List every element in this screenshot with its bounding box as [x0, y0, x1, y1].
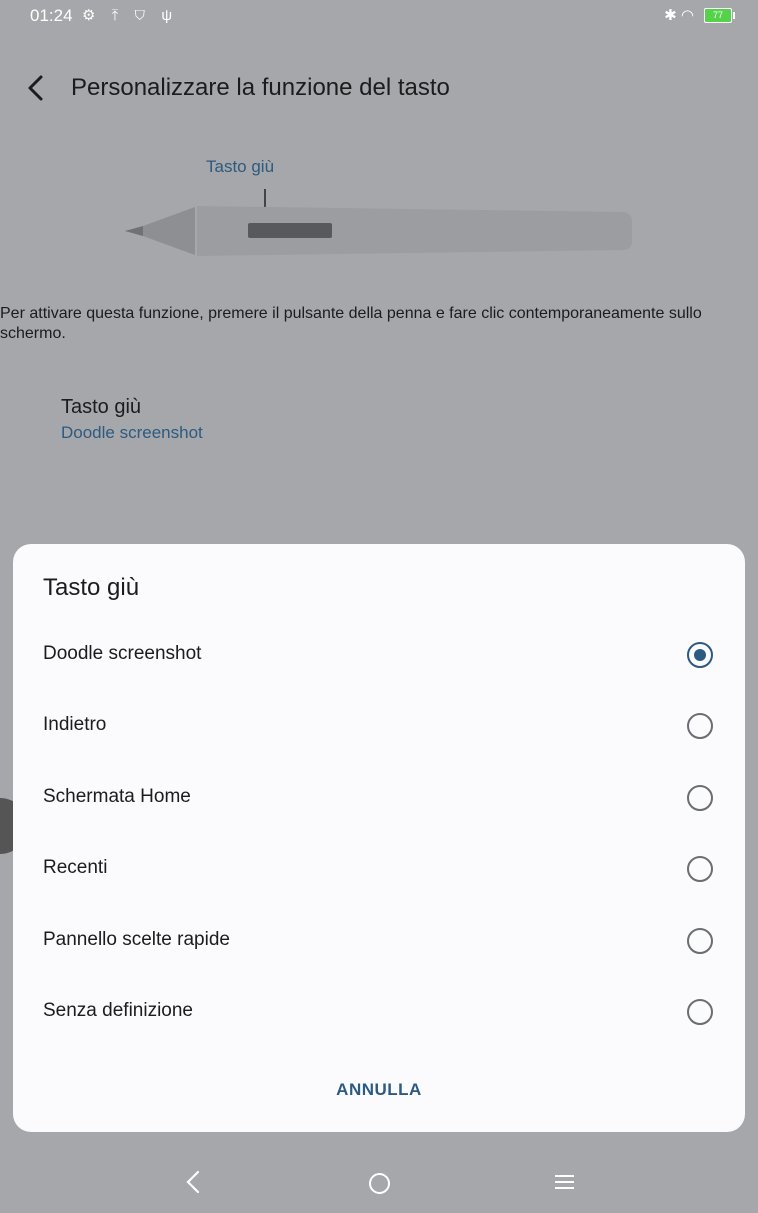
setting-value: Doodle screenshot — [61, 423, 203, 442]
setting-item-down-button[interactable]: Tasto giù Doodle screenshot — [61, 396, 203, 443]
cancel-button[interactable]: ANNULLA — [13, 1080, 745, 1100]
option-label: Pannello scelte rapide — [43, 929, 230, 950]
nav-back-icon[interactable] — [184, 1170, 204, 1194]
nav-recents-icon[interactable] — [555, 1175, 574, 1193]
bluetooth-wifi-icons: ✱ ◠ — [664, 7, 694, 24]
instructions-text: Per attivare questa funzione, premere il… — [0, 305, 702, 342]
radio-unchecked-icon[interactable] — [687, 928, 713, 954]
option-schermata-home[interactable]: Schermata Home — [13, 762, 745, 833]
radio-checked-icon[interactable] — [687, 642, 713, 668]
navigation-bar — [0, 1150, 758, 1213]
status-time: 01:24 — [30, 6, 73, 25]
option-label: Doodle screenshot — [43, 643, 202, 664]
nav-home-icon[interactable] — [369, 1173, 390, 1194]
option-label: Schermata Home — [43, 786, 191, 807]
option-indietro[interactable]: Indietro — [13, 690, 745, 761]
option-pannello-scelte-rapide[interactable]: Pannello scelte rapide — [13, 905, 745, 976]
option-senza-definizione[interactable]: Senza definizione — [13, 976, 745, 1047]
stylus-illustration — [125, 206, 632, 256]
page-title: Personalizzare la funzione del tasto — [71, 74, 450, 101]
radio-unchecked-icon[interactable] — [687, 999, 713, 1025]
status-bar: 01:24 ⚙ ⤒ ⛉ ψ ✱ ◠ 77 — [0, 0, 758, 34]
setting-title: Tasto giù — [61, 396, 142, 418]
option-label: Recenti — [43, 857, 108, 878]
app-header: Personalizzare la funzione del tasto — [0, 62, 758, 114]
radio-unchecked-icon[interactable] — [687, 785, 713, 811]
radio-unchecked-icon[interactable] — [687, 856, 713, 882]
radio-unchecked-icon[interactable] — [687, 713, 713, 739]
pen-button-label: Tasto giù — [206, 157, 275, 176]
status-notification-icons: ⚙ ⤒ ⛉ ψ — [82, 7, 179, 24]
selection-dialog: Tasto giù Doodle screenshot Indietro Sch… — [13, 544, 745, 1132]
option-recenti[interactable]: Recenti — [13, 833, 745, 904]
dialog-title: Tasto giù — [43, 574, 140, 601]
option-label: Senza definizione — [43, 1000, 193, 1021]
option-label: Indietro — [43, 714, 107, 735]
option-doodle-screenshot[interactable]: Doodle screenshot — [13, 619, 745, 690]
back-arrow-icon[interactable] — [22, 70, 52, 106]
battery-icon: 77 — [704, 7, 735, 23]
status-system-icons: ✱ ◠ 77 — [664, 6, 735, 24]
